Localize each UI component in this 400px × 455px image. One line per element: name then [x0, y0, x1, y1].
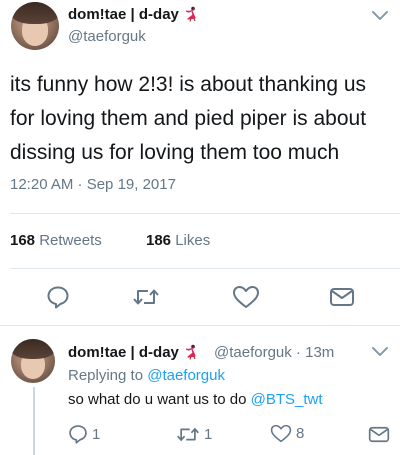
dancer-emoji-icon	[185, 6, 196, 22]
share-icon	[330, 288, 354, 306]
reply-retweet-button[interactable]: 1	[176, 425, 212, 444]
tweet-timestamp[interactable]: 12:20 AM · Sep 19, 2017	[10, 176, 176, 193]
chevron-down-icon[interactable]	[371, 10, 389, 22]
like-button[interactable]	[232, 285, 260, 309]
reply-button[interactable]	[46, 285, 70, 309]
share-icon	[368, 426, 390, 443]
chevron-down-icon[interactable]	[371, 346, 389, 358]
reply-icon	[69, 425, 87, 444]
divider	[10, 268, 400, 269]
reply-display-name[interactable]: dom!tae | d-day	[68, 344, 199, 361]
display-name[interactable]: dom!tae | d-day	[68, 6, 199, 23]
replying-to: Replying to @taeforguk	[68, 367, 225, 384]
user-handle[interactable]: @taeforguk	[68, 28, 146, 45]
thread-line	[33, 387, 35, 455]
tweet-text: its funny how 2!3! is about thanking us …	[10, 73, 367, 164]
retweet-icon	[177, 428, 199, 441]
reply-text: so what do u want us to do @BTS_twt	[68, 391, 323, 408]
like-count: 8	[296, 425, 305, 442]
reply-count: 1	[92, 425, 101, 443]
reply-handle-time[interactable]: @taeforguk · 13m	[214, 344, 334, 361]
likes-stat[interactable]: 186 Likes	[146, 232, 210, 249]
divider	[10, 213, 400, 214]
reply-reply-button[interactable]: 1	[68, 424, 100, 444]
like-icon	[233, 286, 259, 308]
divider	[0, 325, 400, 326]
dancer-emoji-icon	[185, 344, 196, 360]
retweet-icon	[133, 289, 159, 305]
avatar[interactable]	[11, 2, 59, 50]
retweet-button[interactable]	[132, 286, 160, 308]
mention-link[interactable]: @BTS_twt	[251, 391, 323, 408]
reply-share-button[interactable]	[368, 425, 390, 444]
reply-like-button[interactable]: 8	[270, 424, 304, 443]
avatar[interactable]	[11, 339, 55, 383]
retweets-stat[interactable]: 168 Retweets	[10, 232, 102, 249]
reply-icon	[47, 286, 69, 309]
replying-to-link[interactable]: @taeforguk	[147, 367, 225, 384]
like-icon	[270, 424, 292, 443]
main-tweet: dom!tae | d-day @taeforguk its funny how…	[0, 0, 400, 325]
share-button[interactable]	[329, 286, 355, 308]
retweet-count: 1	[204, 426, 213, 443]
